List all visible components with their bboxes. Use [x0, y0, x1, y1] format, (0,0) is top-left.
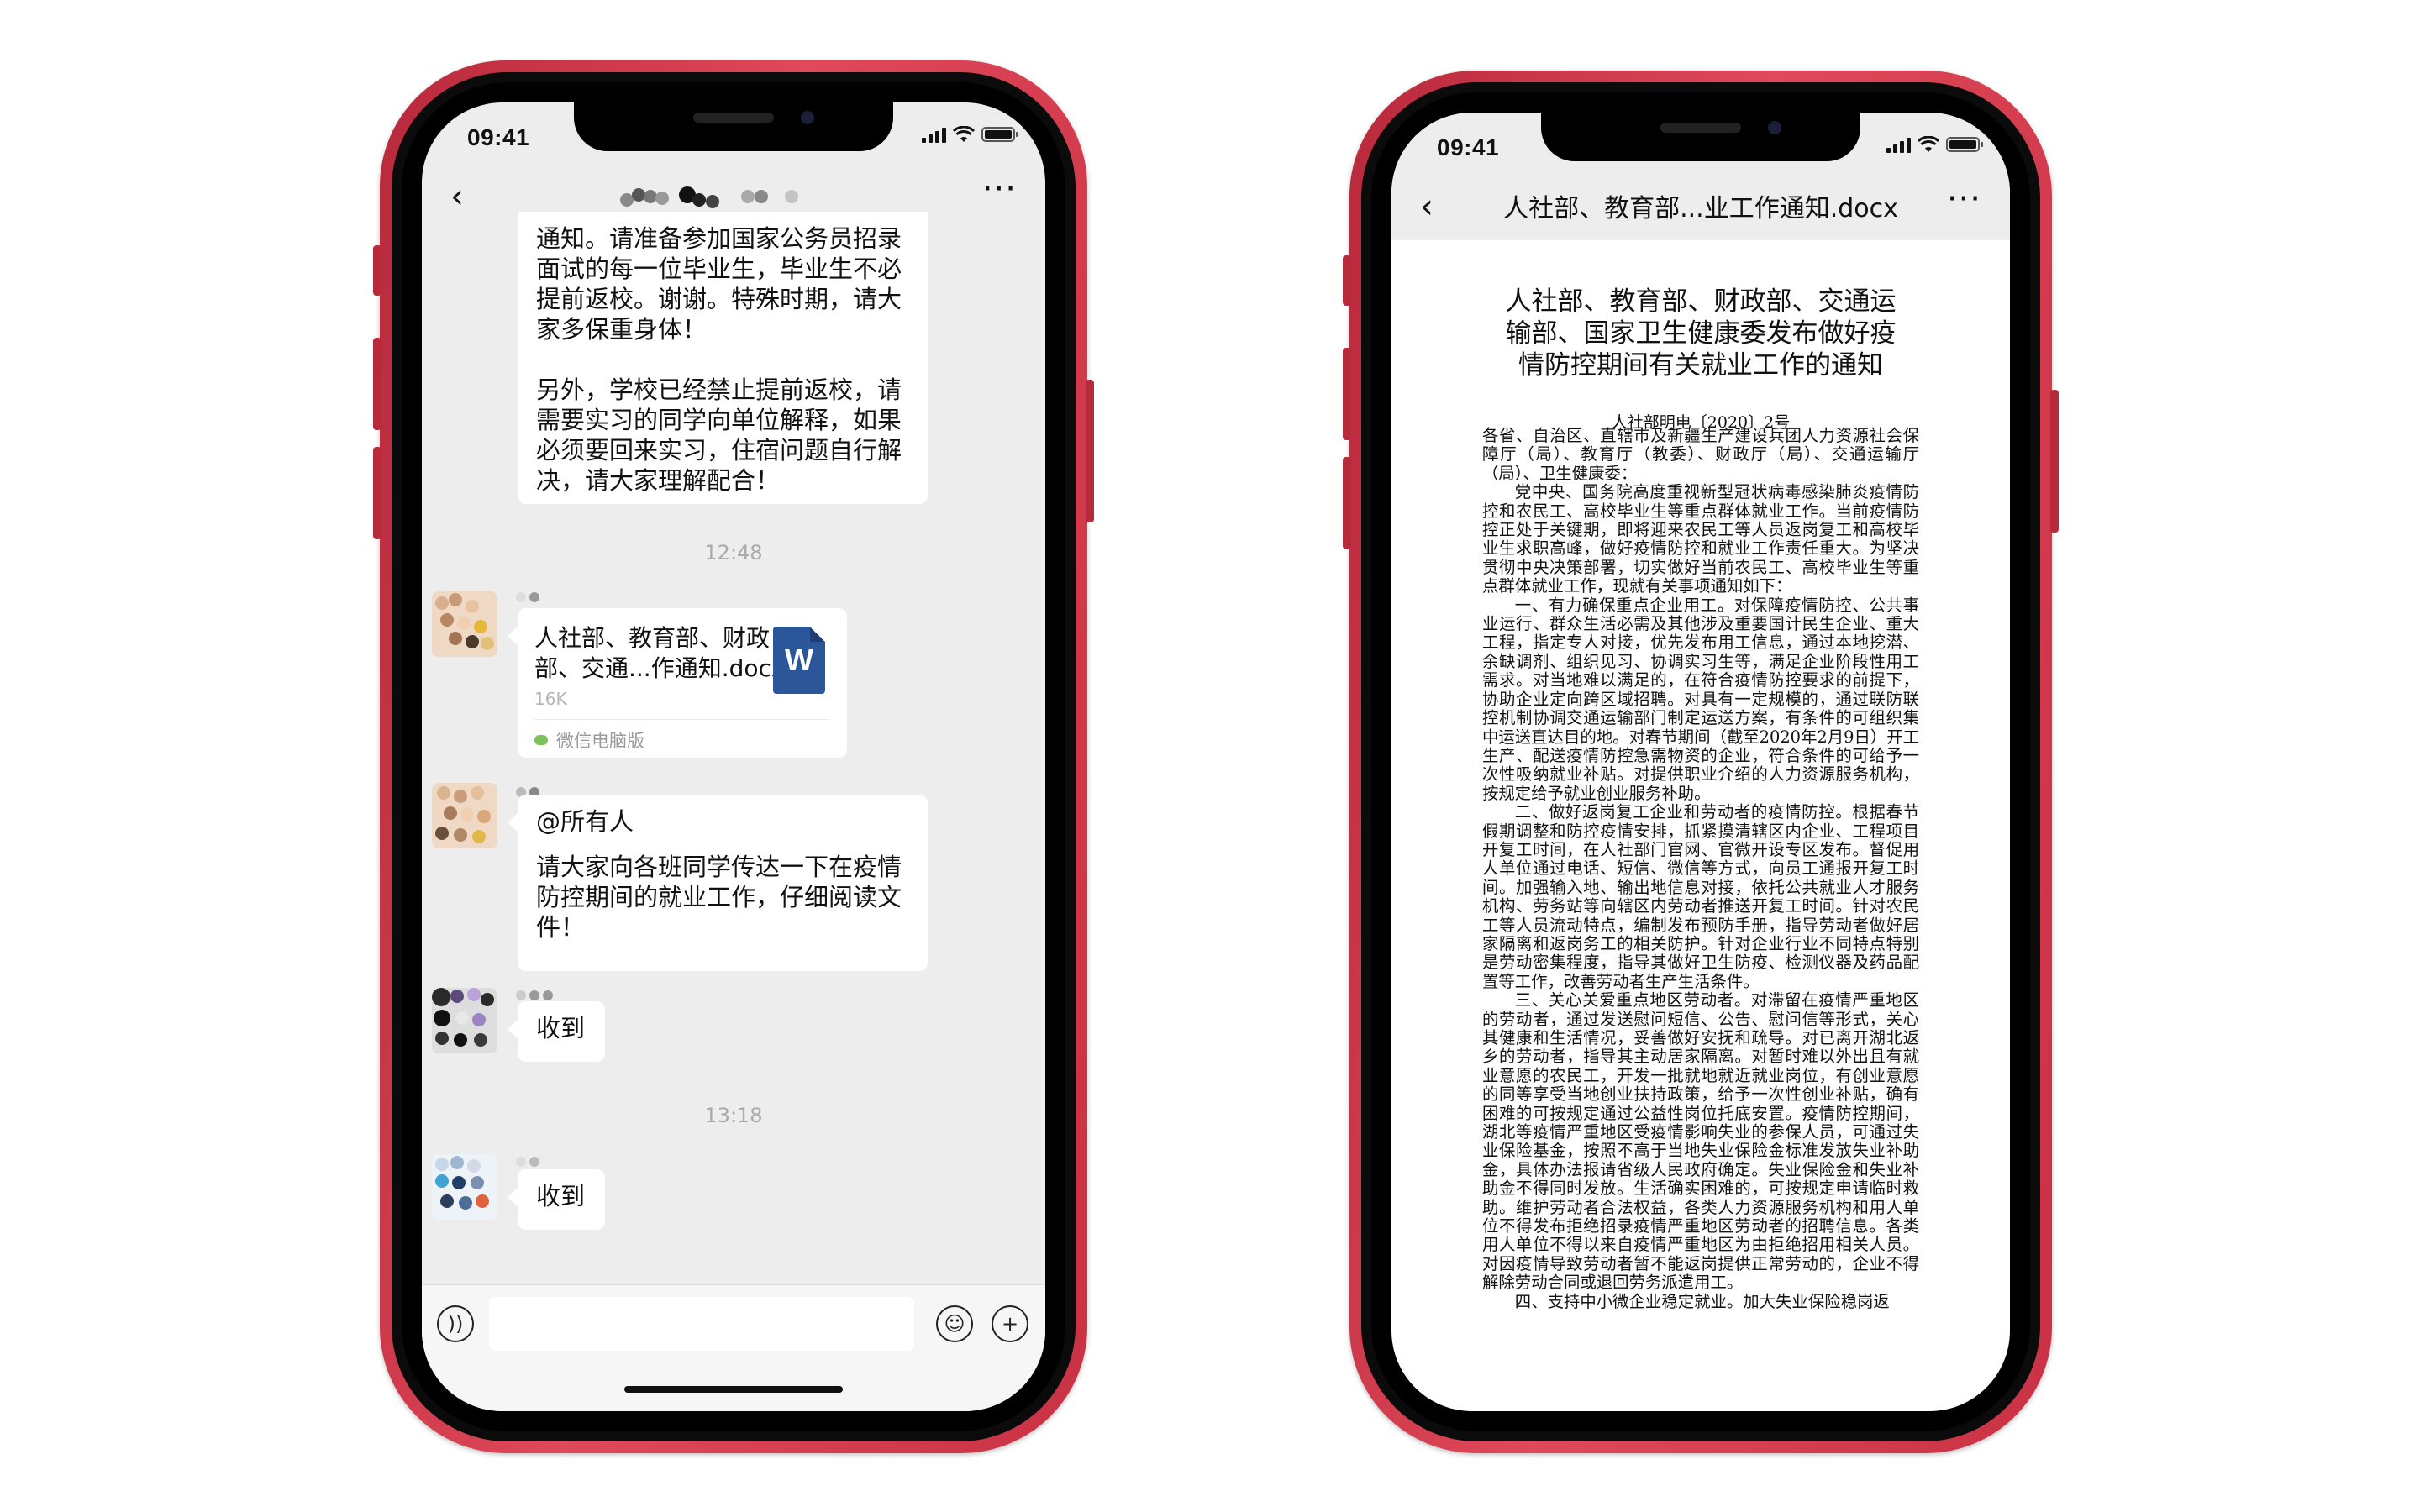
side-button-power — [1086, 380, 1094, 522]
paragraph: 三、关心关爱重点地区劳动者。对滞留在疫情严重地区的劳动者，通过发送慰问短信、公告… — [1482, 990, 1919, 1293]
more-icon[interactable]: ··· — [982, 170, 1017, 208]
paragraph: 二、做好返岗复工企业和劳动者的疫情防控。根据春节假期调整和防控疫情安排，抓紧摸清… — [1482, 802, 1919, 991]
message-bubble-notice[interactable]: 通知。请准备参加国家公务员招录 面试的每一位毕业生，毕业生不必 提前返校。谢谢。… — [518, 212, 928, 504]
paragraph: 一、有力确保重点企业用工。对保障疫情防控、公共事业运行、群众生活必需及其他涉及重… — [1482, 595, 1920, 803]
chat-navbar: ‹ ··· — [422, 161, 1045, 230]
status-time: 09:41 — [467, 124, 530, 150]
battery-icon — [981, 127, 1018, 142]
paragraph: 党中央、国务院高度重视新型冠状病毒感染肺炎疫情防控和农民工、高校毕业生等重点群体… — [1482, 482, 1919, 596]
right-phone: 09:41 ‹ 人社部、教育部...业工作通知.docx ··· 人社部、教育部… — [1343, 71, 2059, 1453]
signal-icon — [1886, 136, 1911, 153]
side-button-volume-up — [373, 338, 381, 430]
paragraph: 各省、自治区、直辖市及新疆生产建设兵团人力资源社会保障厅（局）、教育厅（教委）、… — [1482, 426, 1919, 483]
avatar[interactable] — [432, 1154, 497, 1220]
document-heading: 人社部、教育部、财政部、交通运 输部、国家卫生健康委发布做好疫 情防控期间有关就… — [1505, 286, 1897, 381]
more-icon[interactable]: ··· — [1947, 180, 1981, 218]
timestamp: 12:48 — [704, 541, 763, 564]
status-time: 09:41 — [1437, 134, 1500, 160]
home-indicator — [624, 1386, 843, 1393]
message-bubble-reply[interactable]: 收到 — [508, 1169, 605, 1230]
sender-name-blurred — [516, 590, 539, 605]
avatar[interactable] — [432, 591, 497, 657]
paragraph: 四、支持中小微企业稳定就业。加大失业保险稳岗返 — [1514, 1291, 1890, 1311]
message-bubble-reply[interactable]: 收到 — [508, 1001, 605, 1062]
wifi-icon — [1918, 136, 1939, 152]
file-name: 人社部、教育部、财政 部、交通...作通知.docx — [534, 624, 786, 682]
file-source: 微信电脑版 — [534, 727, 644, 753]
side-button-volume-up — [1343, 348, 1351, 440]
wifi-icon — [953, 126, 975, 142]
side-button-power — [2050, 390, 2059, 533]
notch — [1541, 113, 1860, 161]
document-screen: 09:41 ‹ 人社部、教育部...业工作通知.docx ··· 人社部、教育部… — [1392, 113, 2010, 1411]
avatar[interactable] — [432, 783, 497, 848]
divider — [534, 719, 830, 720]
battery-icon — [1946, 137, 1983, 152]
document-navbar: ‹ 人社部、教育部...业工作通知.docx ··· — [1392, 171, 2010, 240]
file-message-card[interactable]: 人社部、教育部、财政 部、交通...作通知.docx 16K W 微信电脑版 — [508, 608, 847, 758]
document-title: 人社部、教育部...业工作通知.docx — [1503, 194, 1898, 223]
word-document-icon: W — [773, 627, 825, 694]
back-icon[interactable]: ‹ — [450, 180, 464, 213]
signal-icon — [922, 126, 946, 143]
document-viewer[interactable]: 人社部、教育部、财政部、交通运 输部、国家卫生健康委发布做好疫 情防控期间有关就… — [1392, 240, 2010, 1411]
chat-input-bar: )) ☺ + — [422, 1284, 1045, 1411]
message-bubble-mention[interactable]: @所有人 请大家向各班同学传达一下在疫情 防控期间的就业工作，仔细阅读文 件！ — [508, 795, 928, 971]
chat-title-blurred — [620, 186, 830, 210]
file-size: 16K — [534, 689, 567, 709]
message-input[interactable] — [489, 1297, 914, 1351]
side-button-volume-down — [1343, 457, 1351, 549]
sender-name-blurred — [516, 1154, 539, 1169]
wechat-icon — [534, 735, 548, 745]
side-button-volume-down — [373, 447, 381, 539]
avatar[interactable] — [432, 988, 497, 1053]
document-text: 各省、自治区、直辖市及新疆生产建设兵团人力资源社会保障厅（局）、教育厅（教委）、… — [1482, 426, 1920, 1311]
front-camera — [1768, 121, 1781, 134]
timestamp: 13:18 — [704, 1104, 763, 1127]
chat-messages: 通知。请准备参加国家公务员招录 面试的每一位毕业生，毕业生不必 提前返校。谢谢。… — [422, 212, 1045, 1285]
chat-screen: 09:41 ‹ ··· 通知。请准备参加国家公务员招录 面试的每一位毕业生，毕业… — [422, 102, 1045, 1411]
side-button-mute — [1343, 255, 1351, 306]
front-camera — [801, 111, 814, 124]
left-phone: 09:41 ‹ ··· 通知。请准备参加国家公务员招录 面试的每一位毕业生，毕业… — [373, 60, 1094, 1453]
back-icon[interactable]: ‹ — [1420, 190, 1434, 223]
side-button-mute — [373, 245, 381, 296]
plus-icon[interactable]: + — [992, 1305, 1028, 1342]
emoji-icon[interactable]: ☺ — [936, 1305, 973, 1342]
notch — [574, 102, 893, 151]
voice-input-icon[interactable]: )) — [437, 1305, 474, 1342]
